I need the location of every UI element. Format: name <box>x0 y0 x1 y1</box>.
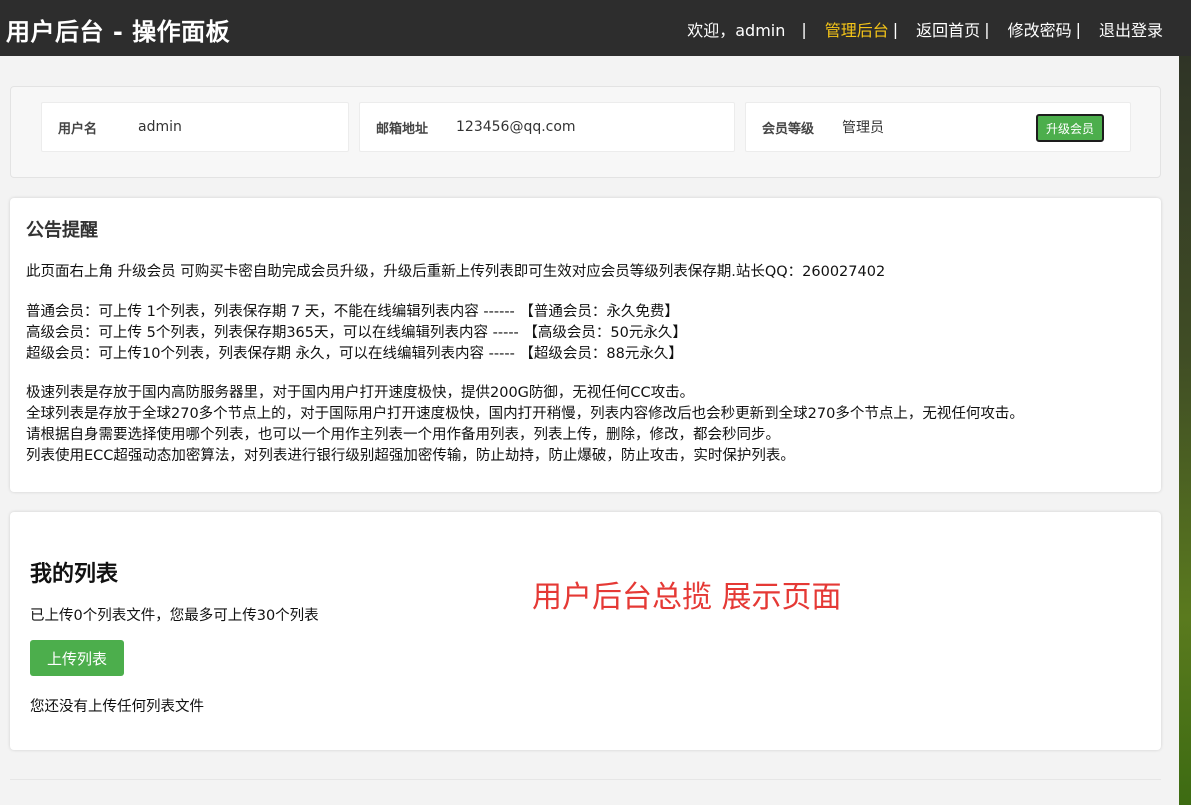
detail-line: 列表使用ECC超强动态加密算法，对列表进行银行级别超强加密传输，防止劫持，防止爆… <box>26 448 795 464</box>
upgrade-member-button[interactable]: 升级会员 <box>1036 114 1104 142</box>
detail-line: 极速列表是存放于国内高防服务器里，对于国内用户打开速度极快，提供200G防御，无… <box>26 385 695 401</box>
top-navbar: 用户后台 - 操作面板 欢迎，admin | 管理后台 | 返回首页 | 修改密… <box>0 0 1191 56</box>
tier-line: 普通会员：可上传 1个列表，列表保存期 7 天，不能在线编辑列表内容 -----… <box>26 304 679 320</box>
nav-separator: | <box>801 19 807 39</box>
username-value: admin <box>138 119 182 135</box>
nav-pipe: | <box>892 19 899 39</box>
nav-home-link[interactable]: 返回首页 <box>916 17 980 41</box>
page-title: 用户后台 - 操作面板 <box>6 18 231 46</box>
username-box: 用户名 admin <box>41 102 349 152</box>
announcement-card: 公告提醒 此页面右上角 升级会员 可购买卡密自助完成会员升级，升级后重新上传列表… <box>10 198 1161 492</box>
detail-line: 全球列表是存放于全球270多个节点上的，对于国际用户打开速度极快，国内打开稍慢，… <box>26 406 1024 422</box>
tier-line: 超级会员：可上传10个列表，列表保存期 永久，可以在线编辑列表内容 ----- … <box>26 346 683 362</box>
background-strip <box>1179 56 1191 805</box>
upload-quota-text: 已上传0个列表文件，您最多可上传30个列表 <box>30 608 319 624</box>
member-level-box: 会员等级 管理员 升级会员 <box>745 102 1131 152</box>
main-content: 用户名 admin 邮箱地址 123456@qq.com 会员等级 管理员 升级… <box>0 56 1179 805</box>
username-label: 用户名 <box>58 121 98 137</box>
nav-logout-link[interactable]: 退出登录 <box>1099 17 1163 41</box>
empty-list-note: 您还没有上传任何列表文件 <box>30 699 204 715</box>
top-nav: 欢迎，admin | 管理后台 | 返回首页 | 修改密码 | 退出登录 <box>687 17 1163 41</box>
membership-tiers: 普通会员：可上传 1个列表，列表保存期 7 天，不能在线编辑列表内容 -----… <box>26 302 1145 365</box>
email-value: 123456@qq.com <box>456 119 576 135</box>
nav-admin-link[interactable]: 管理后台 <box>825 17 889 41</box>
announcement-title: 公告提醒 <box>26 220 98 241</box>
my-list-title: 我的列表 <box>30 562 119 587</box>
email-label: 邮箱地址 <box>376 121 429 137</box>
nav-pipe: | <box>1075 19 1081 39</box>
tier-line: 高级会员：可上传 5个列表，列表保存期365天，可以在线编辑列表内容 -----… <box>26 325 687 341</box>
overview-caption: 用户后台总揽 展示页面 <box>532 580 842 615</box>
announcement-intro: 此页面右上角 升级会员 可购买卡密自助完成会员升级，升级后重新上传列表即可生效对… <box>26 264 886 280</box>
upload-list-button[interactable]: 上传列表 <box>30 640 124 676</box>
my-list-card: 我的列表 已上传0个列表文件，您最多可上传30个列表 上传列表 您还没有上传任何… <box>10 512 1161 750</box>
service-details: 极速列表是存放于国内高防服务器里，对于国内用户打开速度极快，提供200G防御，无… <box>26 383 1145 467</box>
nav-pipe: | <box>984 19 990 39</box>
account-info-card: 用户名 admin 邮箱地址 123456@qq.com 会员等级 管理员 升级… <box>10 86 1161 178</box>
member-level-value: 管理员 <box>842 120 884 136</box>
member-level-label: 会员等级 <box>762 121 815 137</box>
nav-change-password-link[interactable]: 修改密码 <box>1008 17 1072 41</box>
footer-divider <box>10 779 1161 780</box>
email-box: 邮箱地址 123456@qq.com <box>359 102 735 152</box>
welcome-text: 欢迎，admin <box>687 21 786 40</box>
detail-line: 请根据自身需要选择使用哪个列表，也可以一个用作主列表一个用作备用列表，列表上传，… <box>26 427 780 443</box>
